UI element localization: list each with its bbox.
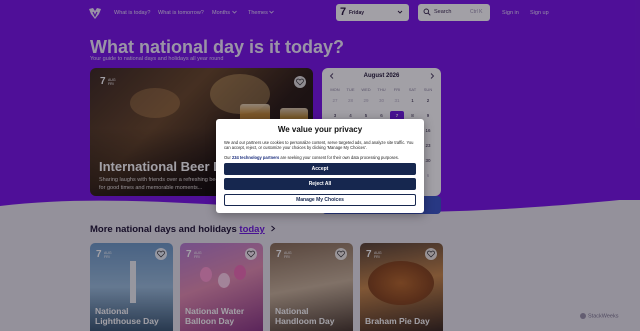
reject-all-button[interactable]: Reject All: [224, 178, 416, 190]
consent-title: We value your privacy: [277, 125, 363, 134]
accept-button[interactable]: Accept: [224, 163, 416, 175]
manage-choices-button[interactable]: Manage My Choices: [224, 194, 416, 206]
consent-partners-prefix: Our: [224, 155, 232, 160]
cookie-consent-dialog: We value your privacy We and our partner…: [216, 119, 424, 213]
consent-body: We and our partners use cookies to perso…: [224, 140, 414, 151]
partners-link[interactable]: 234 technology partners: [232, 155, 279, 160]
consent-partners: Our 234 technology partners are seeking …: [224, 155, 418, 160]
consent-partners-suffix: are seeking your consent for their own d…: [279, 155, 399, 160]
